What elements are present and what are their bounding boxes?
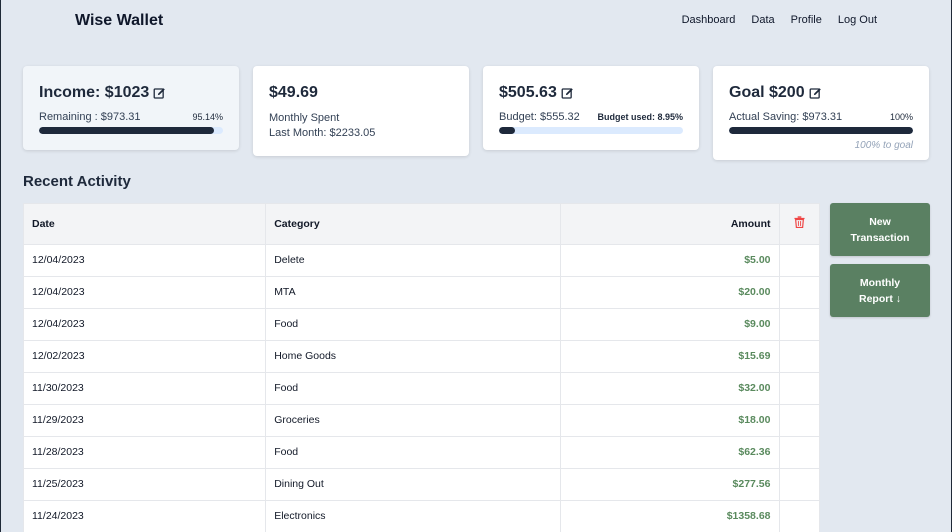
row-delete-cell[interactable] [779, 500, 819, 532]
row-category: Food [265, 308, 561, 341]
row-category: MTA [265, 276, 561, 309]
brand-logo[interactable]: Wise Wallet [75, 12, 163, 30]
row-amount: $32.00 [560, 372, 780, 405]
table-row[interactable]: 12/04/2023 Delete $5.00 [24, 244, 819, 277]
edit-icon[interactable] [809, 87, 822, 100]
main-nav: Dashboard Data Profile Log Out [682, 14, 877, 26]
row-delete-cell[interactable] [779, 468, 819, 501]
table-row[interactable]: 11/30/2023 Food $32.00 [24, 372, 819, 405]
income-progress-bar [39, 127, 223, 134]
row-date: 11/30/2023 [24, 372, 267, 405]
table-header-row: Date Category Amount [24, 204, 819, 245]
spent-title: $49.69 [269, 84, 318, 101]
row-amount: $18.00 [560, 404, 780, 437]
row-date: 12/04/2023 [24, 244, 267, 277]
table-row[interactable]: 12/04/2023 Food $9.00 [24, 308, 819, 341]
income-card: Income: $1023 Remaining : $973.31 95.14% [23, 66, 239, 150]
activity-table: Date Category Amount 12/04/2023 Delete $5.… [23, 203, 820, 532]
row-delete-cell[interactable] [779, 276, 819, 309]
row-delete-cell[interactable] [779, 308, 819, 341]
spent-card: $49.69 Monthly Spent Last Month: $2233.0… [253, 66, 469, 156]
budget-title-row: $505.63 [499, 83, 683, 103]
row-category: Groceries [265, 404, 561, 437]
row-amount: $62.36 [560, 436, 780, 469]
row-category: Electronics [265, 500, 561, 532]
row-amount: $277.56 [560, 468, 780, 501]
new-transaction-label-1: New [869, 215, 891, 228]
table-row[interactable]: 11/29/2023 Groceries $18.00 [24, 404, 819, 437]
income-remaining-row: Remaining : $973.31 95.14% [39, 111, 223, 123]
goal-title: Goal $200 [729, 84, 805, 101]
budget-amount: Budget: $555.32 [499, 111, 580, 123]
column-category[interactable]: Category [265, 204, 561, 245]
row-date: 12/02/2023 [24, 340, 267, 373]
last-month-label: Last Month: $2233.05 [269, 127, 376, 139]
table-row[interactable]: 11/28/2023 Food $62.36 [24, 436, 819, 469]
row-amount: $1358.68 [560, 500, 780, 532]
row-category: Home Goods [265, 340, 561, 373]
income-title-row: Income: $1023 [39, 83, 223, 103]
monthly-spent-label: Monthly Spent [269, 112, 340, 124]
row-date: 12/04/2023 [24, 308, 267, 341]
row-amount: $15.69 [560, 340, 780, 373]
income-percent: 95.14% [192, 112, 223, 122]
goal-title-row: Goal $200 [729, 83, 913, 103]
goal-row: Actual Saving: $973.31 100% [729, 111, 913, 123]
nav-dashboard[interactable]: Dashboard [682, 14, 736, 26]
monthly-report-label-2: Report ↓ [859, 292, 901, 305]
row-amount: $20.00 [560, 276, 780, 309]
budget-title: $505.63 [499, 84, 557, 101]
nav-logout[interactable]: Log Out [838, 14, 877, 26]
trash-icon[interactable] [794, 216, 805, 229]
recent-activity-title: Recent Activity [23, 173, 131, 190]
goal-percent: 100% [889, 112, 913, 122]
row-date: 11/24/2023 [24, 500, 267, 532]
row-delete-cell[interactable] [779, 404, 819, 437]
row-category: Dining Out [265, 468, 561, 501]
goal-progress-bar [729, 127, 913, 134]
nav-data[interactable]: Data [751, 14, 774, 26]
table-row[interactable]: 12/02/2023 Home Goods $15.69 [24, 340, 819, 373]
goal-note: 100% to goal [854, 140, 913, 151]
income-title: Income: $1023 [39, 84, 150, 101]
row-category: Food [265, 436, 561, 469]
budget-card: $505.63 Budget: $555.32 Budget used: 8.9… [483, 66, 699, 150]
row-category: Delete [265, 244, 561, 277]
top-header: Wise Wallet Dashboard Data Profile Log O… [1, 0, 951, 44]
column-amount[interactable]: Amount [560, 204, 780, 245]
table-row[interactable]: 12/04/2023 MTA $20.00 [24, 276, 819, 309]
budget-used: Budget used: 8.95% [597, 112, 683, 122]
monthly-report-button[interactable]: Monthly Report ↓ [830, 264, 930, 317]
budget-row: Budget: $555.32 Budget used: 8.95% [499, 111, 683, 123]
monthly-report-label-1: Monthly [859, 276, 901, 289]
row-delete-cell[interactable] [779, 340, 819, 373]
new-transaction-label-2: Transaction [850, 231, 910, 244]
row-delete-cell[interactable] [779, 244, 819, 277]
new-transaction-button[interactable]: New Transaction [830, 203, 930, 256]
row-date: 11/28/2023 [24, 436, 267, 469]
row-delete-cell[interactable] [779, 372, 819, 405]
spent-details: Monthly Spent Last Month: $2233.05 [269, 111, 453, 141]
budget-progress-fill [499, 127, 516, 134]
income-progress-fill [39, 127, 215, 134]
goal-progress-fill [729, 127, 913, 134]
row-delete-cell[interactable] [779, 436, 819, 469]
delete-column[interactable] [779, 204, 819, 245]
edit-icon[interactable] [153, 87, 166, 100]
nav-profile[interactable]: Profile [791, 14, 822, 26]
row-date: 11/25/2023 [24, 468, 267, 501]
edit-icon[interactable] [561, 87, 574, 100]
row-category: Food [265, 372, 561, 405]
table-row[interactable]: 11/25/2023 Dining Out $277.56 [24, 468, 819, 501]
table-row[interactable]: 11/24/2023 Electronics $1358.68 [24, 500, 819, 532]
row-date: 11/29/2023 [24, 404, 267, 437]
goal-card: Goal $200 Actual Saving: $973.31 100% 10… [713, 66, 929, 160]
goal-saving: Actual Saving: $973.31 [729, 111, 843, 123]
column-date[interactable]: Date [24, 204, 267, 245]
income-remaining: Remaining : $973.31 [39, 111, 141, 123]
row-date: 12/04/2023 [24, 276, 267, 309]
budget-progress-bar [499, 127, 683, 134]
row-amount: $5.00 [560, 244, 780, 277]
row-amount: $9.00 [560, 308, 780, 341]
